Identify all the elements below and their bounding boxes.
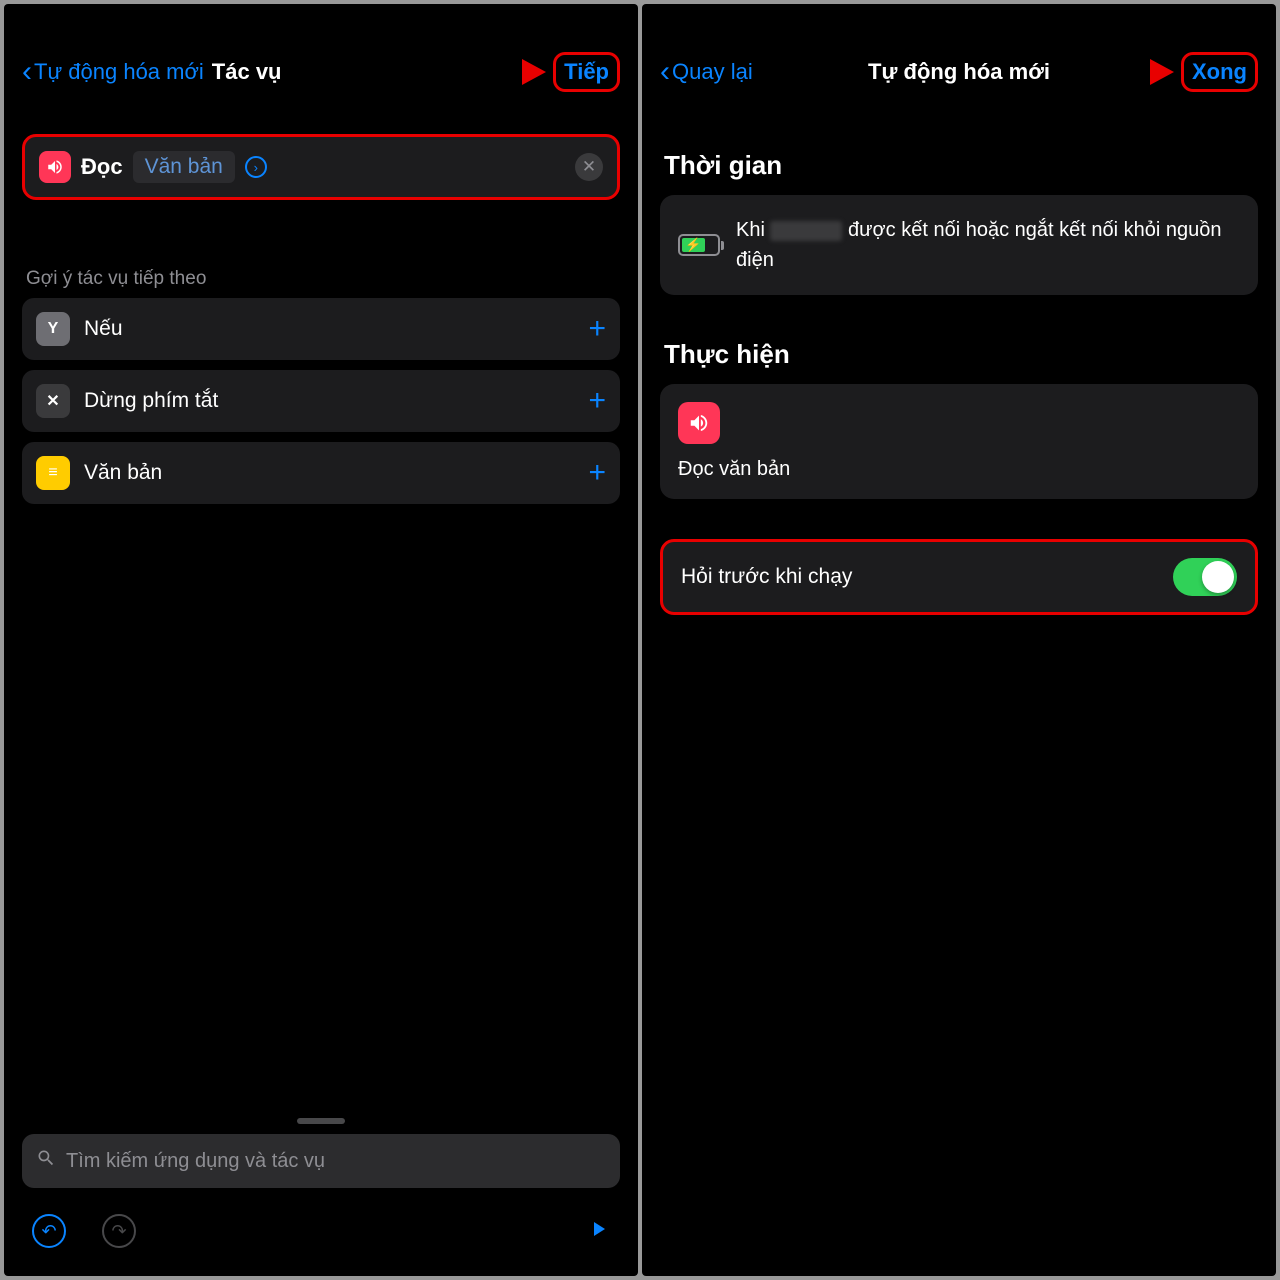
back-label: Quay lại <box>672 59 753 85</box>
chevron-left-icon: ‹ <box>660 57 670 87</box>
nav-title: Tác vụ <box>212 59 282 85</box>
undo-button[interactable]: ↶ <box>32 1214 66 1248</box>
suggestion-item-stop[interactable]: ✕ Dừng phím tắt + <box>22 370 620 432</box>
speak-icon <box>39 151 71 183</box>
toggle-knob <box>1202 561 1234 593</box>
action-name: Đọc <box>81 154 123 180</box>
grabber-icon[interactable] <box>297 1118 345 1124</box>
next-button[interactable]: Tiếp <box>553 52 620 92</box>
back-button[interactable]: ‹ Tự động hóa mới <box>22 57 204 87</box>
panel-automation-config: ‹ Quay lại Tự động hóa mới Xong Thời gia… <box>642 4 1276 1276</box>
add-icon[interactable]: + <box>588 384 606 418</box>
time-header: Thời gian <box>642 106 1276 195</box>
nav-title: Tự động hóa mới <box>868 59 1050 85</box>
suggestion-item-text[interactable]: ≡ Văn bản + <box>22 442 620 504</box>
search-input[interactable]: Tìm kiếm ứng dụng và tác vụ <box>22 1134 620 1188</box>
add-icon[interactable]: + <box>588 456 606 490</box>
arrow-indicator-icon <box>478 54 546 90</box>
sugg-label: Nếu <box>84 317 574 341</box>
exec-action-label: Đọc văn bản <box>678 458 1240 481</box>
bottom-area: Tìm kiếm ứng dụng và tác vụ ↶ ↷ <box>4 1118 638 1276</box>
suggestion-item-if[interactable]: Y Nếu + <box>22 298 620 360</box>
play-button[interactable] <box>586 1217 610 1246</box>
search-icon <box>36 1148 56 1174</box>
token-label: Văn bản <box>145 155 223 179</box>
toggle-label: Hỏi trước khi chạy <box>681 565 1173 589</box>
back-label: Tự động hóa mới <box>34 59 204 85</box>
search-placeholder: Tìm kiếm ứng dụng và tác vụ <box>66 1150 325 1173</box>
chevron-left-icon: ‹ <box>22 57 32 87</box>
speak-icon <box>678 402 720 444</box>
suggestion-list: Y Nếu + ✕ Dừng phím tắt + ≡ Văn bản + <box>4 298 638 504</box>
ask-before-run-card: Hỏi trước khi chạy <box>660 539 1258 615</box>
redo-button: ↷ <box>102 1214 136 1248</box>
exec-action-card[interactable]: Đọc văn bản <box>660 384 1258 499</box>
action-card[interactable]: Đọc Văn bản › ✕ <box>22 134 620 200</box>
stop-icon: ✕ <box>36 384 70 418</box>
sugg-label: Dừng phím tắt <box>84 389 574 413</box>
sugg-label: Văn bản <box>84 461 574 485</box>
time-trigger-card[interactable]: ⚡ Khi được kết nối hoặc ngắt kết nối khỏ… <box>660 195 1258 295</box>
panel-actions: ‹ Tự động hóa mới Tác vụ Tiếp Đọc Văn bả… <box>4 4 638 1276</box>
action-token[interactable]: Văn bản <box>133 151 235 183</box>
arrow-indicator-icon <box>1106 54 1174 90</box>
chevron-right-icon[interactable]: › <box>245 156 267 178</box>
add-icon[interactable]: + <box>588 312 606 346</box>
text-icon: ≡ <box>36 456 70 490</box>
ask-before-run-toggle[interactable] <box>1173 558 1237 596</box>
back-button[interactable]: ‹ Quay lại <box>660 57 753 87</box>
bottom-toolbar: ↶ ↷ <box>4 1200 638 1276</box>
nav-header: ‹ Quay lại Tự động hóa mới Xong <box>642 4 1276 106</box>
trigger-text: Khi được kết nối hoặc ngắt kết nối khỏi … <box>736 215 1240 275</box>
clear-button[interactable]: ✕ <box>575 153 603 181</box>
nav-header: ‹ Tự động hóa mới Tác vụ Tiếp <box>4 4 638 106</box>
branch-icon: Y <box>36 312 70 346</box>
redacted-device-name <box>770 221 842 241</box>
done-button[interactable]: Xong <box>1181 52 1258 92</box>
exec-header: Thực hiện <box>642 295 1276 384</box>
suggestions-header: Gợi ý tác vụ tiếp theo <box>4 220 638 298</box>
battery-charging-icon: ⚡ <box>678 234 720 256</box>
